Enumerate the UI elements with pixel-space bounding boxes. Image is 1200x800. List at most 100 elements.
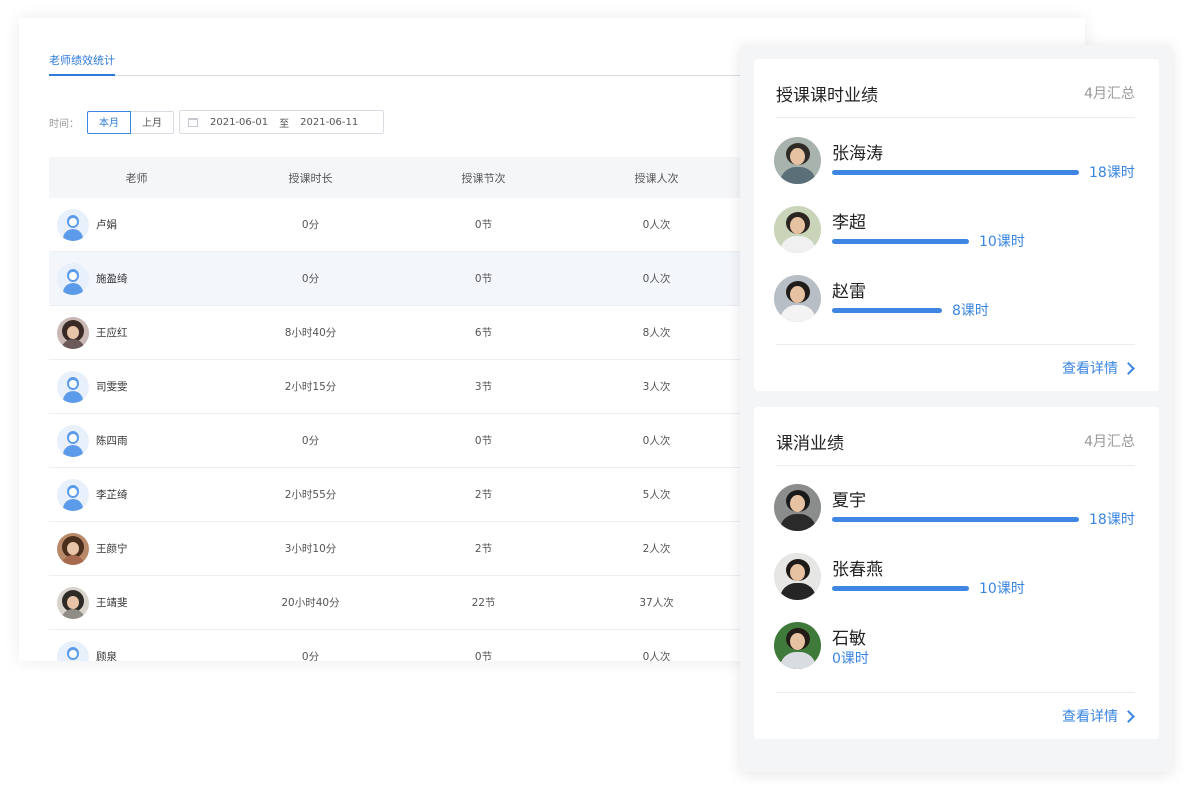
progress-bar-fill [832,586,969,591]
duration-cell: 2小时15分 [224,359,397,414]
teacher-name: 王靖斐 [96,597,128,609]
sessions-cell: 2节 [397,467,570,522]
attendance-cell: 2人次 [570,521,743,576]
card-footer: 查看详情 [776,692,1135,739]
range-separator: 至 [279,118,290,130]
attendance-cell: 37人次 [570,575,743,630]
teacher-name: 李芷绮 [96,489,128,501]
default-avatar-icon [57,370,89,403]
column-header-attendance: 授课人次 [570,157,743,198]
hours-value: 10课时 [979,581,1025,597]
hours-value: 18课时 [1089,165,1135,181]
teacher-name: 卢娟 [96,219,117,231]
calendar-icon [188,117,198,127]
teacher-photo-avatar [57,316,89,349]
attendance-cell: 5人次 [570,467,743,522]
sessions-cell: 0节 [397,413,570,468]
sessions-cell: 22节 [397,575,570,630]
end-date[interactable]: 2021-06-11 [300,117,358,128]
view-details-link[interactable]: 查看详情 [1062,706,1135,726]
teacher-name: 顾泉 [96,651,117,661]
duration-cell: 8小时40分 [224,305,397,360]
hours-value: 18课时 [1089,512,1135,528]
attendance-cell: 3人次 [570,359,743,414]
default-avatar-icon [57,208,89,241]
progress-bar-fill [832,170,1079,175]
card-header: 课消业绩 4月汇总 [776,407,1135,466]
time-label: 时间： [49,118,79,130]
tab-teacher-performance[interactable]: 老师绩效统计 [49,52,115,76]
teacher-photo-avatar [57,532,89,565]
chevron-right-icon [1122,709,1135,723]
teacher-photo-avatar [774,275,821,322]
view-details-label: 查看详情 [1062,709,1118,725]
view-details-label: 查看详情 [1062,361,1118,377]
attendance-cell: 0人次 [570,198,743,252]
this-month-button[interactable]: 本月 [87,110,131,134]
chevron-right-icon [1122,361,1135,375]
last-month-button[interactable]: 上月 [131,110,174,134]
duration-cell: 3小时10分 [224,521,397,576]
hours-value: 0课时 [832,651,869,667]
duration-cell: 0分 [224,251,397,306]
sessions-cell: 2节 [397,521,570,576]
card-header: 授课课时业绩 4月汇总 [776,59,1135,118]
column-header-sessions: 授课节次 [397,157,570,198]
progress-bar-fill [832,239,969,244]
teacher-name: 张春燕 [832,560,883,580]
teacher-name: 司雯雯 [96,381,128,393]
card-title: 授课课时业绩 [776,86,878,106]
progress-bar [832,586,1079,591]
ranking-item: 张海涛 18课时 [774,137,1139,187]
default-avatar-icon [57,424,89,457]
progress-bar [832,239,1079,244]
hours-value: 10课时 [979,234,1025,250]
teacher-photo-avatar [774,484,821,531]
class-consumption-card: 课消业绩 4月汇总 夏宇 18课时 张春燕 10课时 石敏 0课时 查看详情 [754,407,1159,739]
progress-bar-fill [832,308,942,313]
attendance-cell: 0人次 [570,251,743,306]
view-details-link[interactable]: 查看详情 [1062,358,1135,378]
teacher-photo-avatar [774,622,821,669]
column-header-teacher: 老师 [49,157,224,198]
progress-bar [832,517,1079,522]
duration-cell: 0分 [224,413,397,468]
card-title: 课消业绩 [776,434,844,454]
teacher-name: 赵雷 [832,282,866,302]
default-avatar-icon [57,478,89,511]
attendance-cell: 0人次 [570,629,743,661]
sessions-cell: 6节 [397,305,570,360]
ranking-item: 石敏 0课时 [774,622,1139,672]
column-header-duration: 授课时长 [224,157,397,198]
ranking-item: 夏宇 18课时 [774,484,1139,534]
duration-cell: 20小时40分 [224,575,397,630]
teacher-name: 王颜宁 [96,543,128,555]
ranking-item: 张春燕 10课时 [774,553,1139,603]
sessions-cell: 0节 [397,251,570,306]
teacher-photo-avatar [774,137,821,184]
duration-cell: 0分 [224,629,397,661]
teacher-photo-avatar [57,586,89,619]
start-date[interactable]: 2021-06-01 [210,117,268,128]
performance-summary-overlay: 授课课时业绩 4月汇总 张海涛 18课时 李超 10课时 赵雷 8课时 查看详情… [740,45,1172,772]
attendance-cell: 8人次 [570,305,743,360]
teacher-name: 陈四雨 [96,435,128,447]
date-range-picker[interactable]: 2021-06-01 至 2021-06-11 [179,110,384,134]
default-avatar-icon [57,640,89,661]
card-period: 4月汇总 [1084,434,1135,450]
duration-cell: 0分 [224,198,397,252]
sessions-cell: 3节 [397,359,570,414]
sessions-cell: 0节 [397,198,570,252]
time-filter: 时间： 本月 上月 2021-06-01 至 2021-06-11 [49,110,384,134]
teacher-name: 夏宇 [832,491,866,511]
teacher-name: 王应红 [96,327,128,339]
progress-bar [832,170,1079,175]
default-avatar-icon [57,262,89,295]
teacher-name: 石敏 [832,629,866,649]
teacher-photo-avatar [774,553,821,600]
card-period: 4月汇总 [1084,86,1135,102]
ranking-item: 赵雷 8课时 [774,275,1139,325]
teacher-name: 施盈绮 [96,273,128,285]
teacher-photo-avatar [774,206,821,253]
teacher-name: 张海涛 [832,144,883,164]
